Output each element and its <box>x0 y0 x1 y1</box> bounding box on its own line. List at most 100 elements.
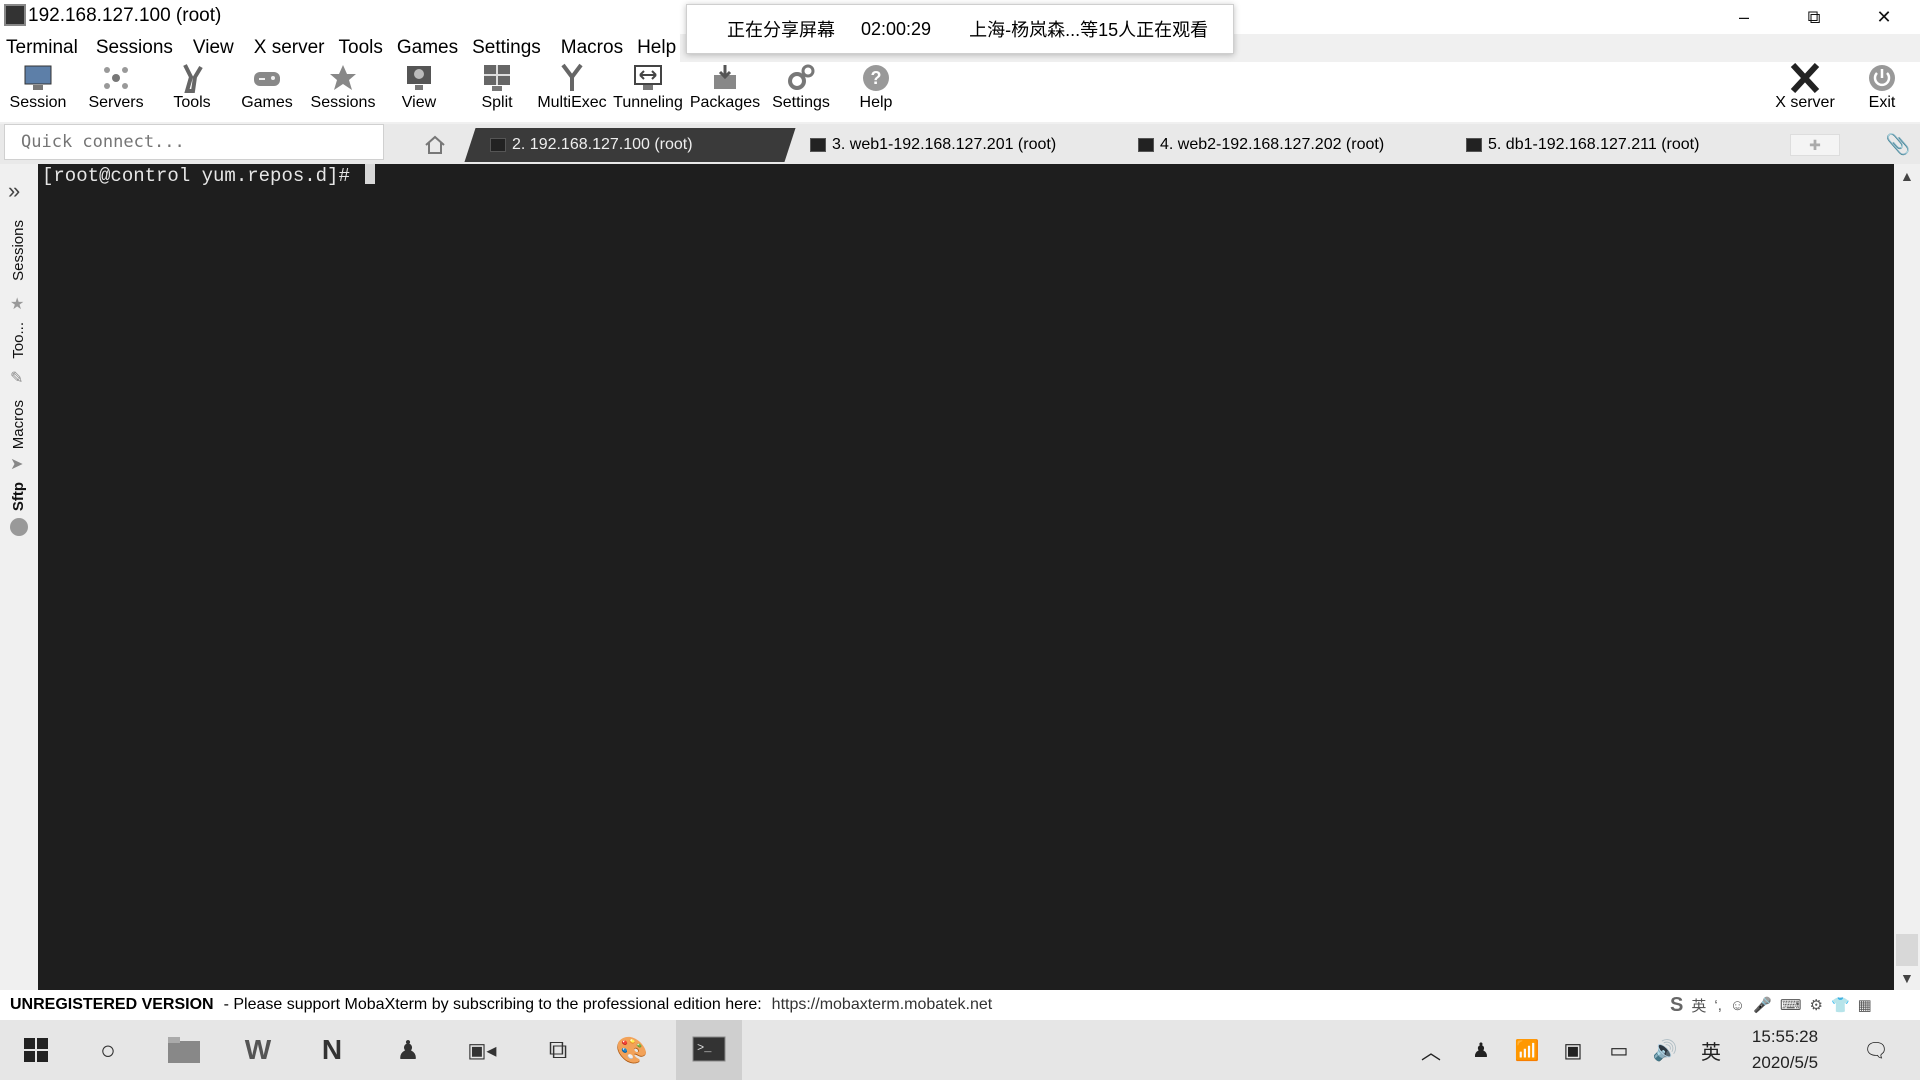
sessions-button[interactable]: Sessions <box>310 62 376 122</box>
menu-macros[interactable]: Macros <box>555 37 631 59</box>
home-tab-button[interactable] <box>420 130 450 160</box>
terminal-tab-icon <box>490 138 506 152</box>
attach-button[interactable]: 📎 <box>1884 130 1912 158</box>
skin-icon[interactable]: ⚙ <box>1810 996 1823 1014</box>
status-bar: UNREGISTERED VERSION - Please support Mo… <box>0 990 1920 1020</box>
tunnel-icon <box>632 62 664 94</box>
home-icon <box>425 135 445 154</box>
battery-icon[interactable]: ▭ <box>1604 1020 1634 1080</box>
monitor-icon <box>22 62 54 94</box>
volume-icon[interactable]: 🔊 <box>1650 1020 1680 1080</box>
settings-button[interactable]: Settings <box>768 62 834 122</box>
notification-center-icon[interactable]: 🗨 <box>1856 1020 1896 1080</box>
servers-button[interactable]: Servers <box>84 62 148 122</box>
sidebar-tab-macros[interactable]: Macros <box>10 400 27 449</box>
exit-button[interactable]: Exit <box>1862 62 1902 122</box>
mobaxterm-link[interactable]: https://mobaxterm.mobatek.net <box>772 996 993 1014</box>
clock-time: 15:55:28 <box>1751 1027 1819 1046</box>
terminal-pane[interactable]: [root@control yum.repos.d]# <box>38 164 1894 990</box>
plus-icon: ✚ <box>1809 136 1821 153</box>
menu-bar: Terminal Sessions View X server Tools Ga… <box>0 34 680 62</box>
terminal-tab-icon <box>1466 138 1482 152</box>
power-icon <box>1866 62 1898 94</box>
scroll-thumb[interactable] <box>1896 934 1918 966</box>
screen-share-banner: 正在分享屏幕 02:00:29 上海-杨岚森...等15人正在观看 <box>686 4 1234 54</box>
tab-label: 4. web2-192.168.127.202 (root) <box>1160 136 1385 153</box>
close-button[interactable]: ✕ <box>1860 0 1908 34</box>
menu-sessions[interactable]: Sessions <box>90 37 181 59</box>
menu-help[interactable]: Help <box>631 37 684 59</box>
view-button[interactable]: View <box>394 62 444 122</box>
restore-button[interactable]: ⧉ <box>1790 0 1838 34</box>
menu-tools[interactable]: Tools <box>333 37 391 59</box>
split-button[interactable]: Split <box>470 62 524 122</box>
menu-x-server[interactable]: X server <box>248 37 333 59</box>
mobaxterm-app-icon <box>4 4 26 26</box>
scroll-down-arrow-icon[interactable]: ▼ <box>1900 970 1914 986</box>
cortana-search-icon[interactable]: ○ <box>78 1020 138 1080</box>
tools-icon: ✎ <box>10 370 24 387</box>
tools-button[interactable]: Tools <box>162 62 222 122</box>
tab-session-3[interactable]: 3. web1-192.168.127.201 (root) <box>810 128 1110 162</box>
fork-icon <box>556 62 588 94</box>
main-toolbar: Session Servers Tools Games Sessions Vie… <box>0 62 1920 122</box>
windows-taskbar: ○ W N ♟ ▣◂ ⧉ 🎨 >_ ︿ ♟ 📶 ▣ ▭ 🔊 英 15:55:28… <box>0 1020 1920 1080</box>
show-hidden-icons-icon[interactable]: ︿ <box>1416 1020 1446 1080</box>
games-button[interactable]: Games <box>236 62 298 122</box>
input-language-indicator[interactable]: 英 <box>1696 1020 1726 1080</box>
windows-start-icon[interactable] <box>6 1020 66 1080</box>
clock[interactable]: 15:55:28 2020/5/5 <box>1740 1020 1830 1080</box>
recorder-app-icon[interactable]: ▣◂ <box>452 1020 512 1080</box>
punctuation-icon[interactable]: ‘, <box>1714 997 1722 1014</box>
menu-games[interactable]: Games <box>391 37 466 59</box>
tab-session-4[interactable]: 4. web2-192.168.127.202 (root) <box>1138 128 1438 162</box>
terminal-tab-icon <box>1138 138 1154 152</box>
microphone-icon[interactable]: 🎤 <box>1753 996 1772 1014</box>
shirt-icon[interactable]: 👕 <box>1831 996 1850 1014</box>
macros-send-icon: ➤ <box>10 456 24 473</box>
terminal-tab-icon <box>810 138 826 152</box>
quick-connect-input[interactable] <box>4 124 384 160</box>
shell-prompt: [root@control yum.repos.d]# <box>42 165 362 187</box>
camera-tray-icon[interactable]: ▣ <box>1558 1020 1588 1080</box>
terminal-output: [root@control yum.repos.d]# <box>42 164 376 187</box>
menu-settings[interactable]: Settings <box>466 37 549 59</box>
menu-terminal[interactable]: Terminal <box>0 37 86 59</box>
sidebar-tab-sessions[interactable]: Sessions <box>10 220 27 281</box>
multiexec-button[interactable]: MultiExec <box>537 62 607 122</box>
svg-text:?: ? <box>871 68 882 88</box>
side-panel: » Sessions ★ Too... ✎ Macros ➤ Sftp <box>0 164 38 990</box>
task-view-icon[interactable]: ⧉ <box>528 1020 588 1080</box>
minimize-button[interactable]: – <box>1720 0 1768 34</box>
terminal-scrollbar[interactable]: ▲ ▼ <box>1894 164 1920 990</box>
help-button[interactable]: ? Help <box>852 62 900 122</box>
session-button[interactable]: Session <box>8 62 68 122</box>
x-server-button[interactable]: X server <box>1772 62 1838 122</box>
wifi-icon[interactable]: 📶 <box>1512 1020 1542 1080</box>
keyboard-icon[interactable]: ⌨ <box>1780 996 1802 1014</box>
sidebar-tab-tools[interactable]: Too... <box>10 322 27 359</box>
packages-button[interactable]: Packages <box>688 62 762 122</box>
scroll-up-arrow-icon[interactable]: ▲ <box>1900 168 1914 184</box>
emoji-icon[interactable]: ☺ <box>1730 997 1745 1014</box>
new-tab-button[interactable]: ✚ <box>1790 134 1840 156</box>
app-icon-5[interactable]: ♟ <box>378 1020 438 1080</box>
package-icon <box>709 62 741 94</box>
menu-view[interactable]: View <box>187 37 242 59</box>
expand-sidebar-icon[interactable]: » <box>8 178 20 204</box>
paint-app-icon[interactable]: 🎨 <box>602 1020 662 1080</box>
tab-session-5[interactable]: 5. db1-192.168.127.211 (root) <box>1466 128 1766 162</box>
onenote-app-icon[interactable]: N <box>302 1020 362 1080</box>
share-viewers[interactable]: 上海-杨岚森...等15人正在观看 <box>969 16 1208 42</box>
file-explorer-icon[interactable] <box>154 1020 214 1080</box>
sogou-ime-icon[interactable]: S <box>1670 994 1683 1017</box>
tab-session-2[interactable]: 2. 192.168.127.100 (root) <box>464 128 796 162</box>
tray-app-icon[interactable]: ♟ <box>1466 1020 1496 1080</box>
help-icon: ? <box>860 62 892 94</box>
word-app-icon[interactable]: W <box>228 1020 288 1080</box>
sidebar-tab-sftp[interactable]: Sftp <box>10 482 27 511</box>
grid-icon[interactable]: ▦ <box>1858 996 1872 1014</box>
tunneling-button[interactable]: Tunneling <box>612 62 684 122</box>
ime-language[interactable]: 英 <box>1691 995 1706 1016</box>
mobaxterm-taskbar-icon[interactable]: >_ <box>676 1020 742 1080</box>
